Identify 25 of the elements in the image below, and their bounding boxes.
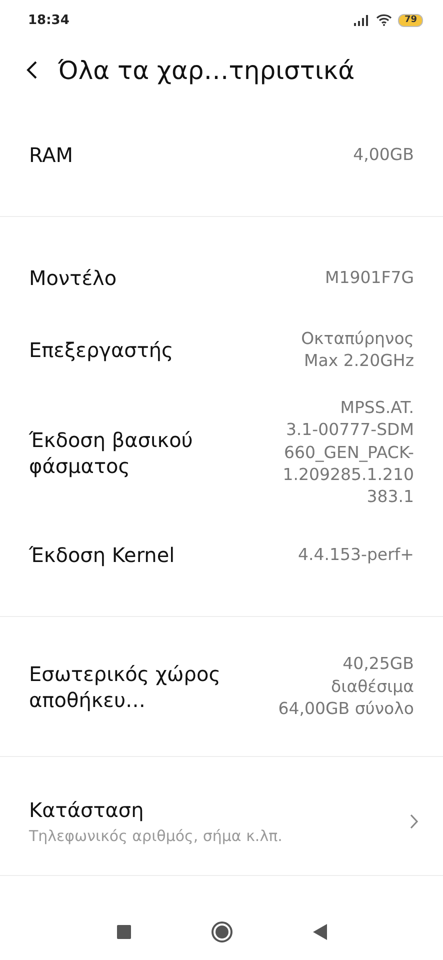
spec-label: Έκδοση Kernel [29,542,175,568]
spec-label: RAM [29,142,74,168]
page-title: Όλα τα χαρ…τηριστικά [58,56,355,84]
spec-value: MPSS.AT. 3.1-00777-SDM 660_GEN_PACK- 1.209285.1.210 383.1 [282,397,414,508]
spec-label: Έκδοση βασικού φάσματος [29,426,194,479]
chevron-left-icon [26,60,38,80]
wifi-icon [376,14,392,26]
spec-label: Επεξεργαστής [29,337,174,363]
status-time: 18:34 [28,12,70,28]
spec-label: Μοντέλο [29,265,117,291]
spec-value: 4.4.153-perf+ [298,544,414,566]
spec-value: M1901F7G [324,266,414,289]
item-subtitle: Τηλεφωνικός αριθμός, σήμα κ.λπ. [29,827,282,846]
spec-label: Εσωτερικός χώρος αποθήκευ… [29,660,222,713]
home-button[interactable] [210,921,232,943]
signal-icon [354,14,370,26]
spec-value: 40,25GB διαθέσιμα 64,00GB σύνολο [278,653,414,720]
item-title: Κατάσταση [29,797,145,824]
status-list-item[interactable]: Κατάσταση Τηλεφωνικός αριθμός, σήμα κ.λπ. [0,757,443,876]
back-nav-button[interactable] [312,924,326,940]
spec-value: Οκταπύρηνος Max 2.20GHz [301,328,414,372]
battery-level: 79 [398,14,423,26]
chevron-right-icon [410,814,419,829]
recents-button[interactable] [116,925,130,939]
spec-value: 4,00GB [353,144,414,166]
